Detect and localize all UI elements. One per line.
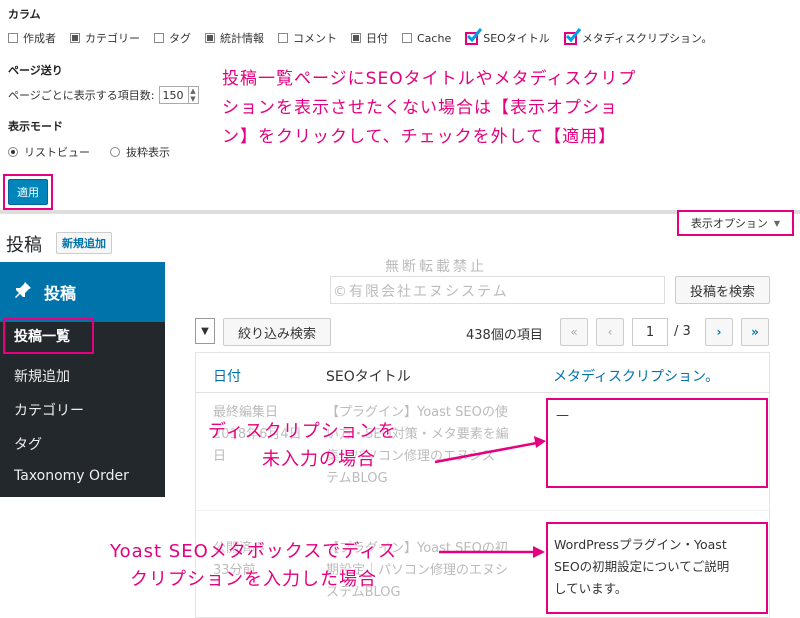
- column-option-label: 日付: [366, 32, 388, 45]
- checkmark-icon: [565, 27, 581, 42]
- watermark-line2: ©有限会社エヌシステム: [333, 284, 509, 300]
- page-title: 投稿: [6, 235, 42, 256]
- current-page-input[interactable]: 1: [632, 318, 668, 346]
- column-option-label: SEOタイトル: [483, 32, 550, 45]
- view-list-label: リストビュー: [24, 146, 90, 159]
- column-option-label: タグ: [169, 32, 191, 45]
- sidebar-header-label: 投稿: [44, 284, 77, 303]
- caret-down-icon: ▼: [201, 325, 209, 337]
- sidebar-item-categories[interactable]: カテゴリー: [14, 400, 84, 420]
- view-excerpt-radio[interactable]: [110, 147, 120, 157]
- item-count: 438個の項目: [466, 328, 543, 343]
- view-excerpt-label: 抜粋表示: [126, 146, 170, 159]
- row2-meta-description: WordPressプラグイン・Yoast SEOの初期設定についてご説明 してい…: [546, 522, 768, 614]
- column-option[interactable]: 日付: [351, 30, 388, 46]
- row2-desc-line1: WordPressプラグイン・Yoast: [554, 537, 727, 552]
- checkbox[interactable]: [402, 33, 412, 43]
- col-header-meta-description[interactable]: メタディスクリプション。: [553, 366, 719, 386]
- admin-sidebar: 投稿 投稿一覧 新規追加 カテゴリー タグ Taxonomy Order: [0, 262, 165, 497]
- annotation-mid: ディスクリプションを 未入力の場合: [208, 418, 397, 474]
- annotation-bottom: Yoast SEOメタボックスでディス クリプションを入力した場合: [110, 538, 397, 594]
- annotation-top-line3: ン】をクリックして、チェックを外して【適用】: [222, 127, 617, 147]
- column-option-label: 作成者: [23, 32, 56, 45]
- sidebar-posts-header[interactable]: 投稿: [0, 262, 165, 322]
- annotation-mid-line2: 未入力の場合: [262, 449, 376, 470]
- checkbox[interactable]: [351, 33, 361, 43]
- last-page-button[interactable]: »: [741, 318, 769, 346]
- view-list-radio[interactable]: [8, 147, 18, 157]
- col-header-date[interactable]: 日付: [213, 366, 241, 386]
- row2-desc-line3: しています。: [554, 581, 628, 596]
- col-header-seo-title: SEOタイトル: [326, 369, 411, 385]
- columns-checkbox-row: 作成者 カテゴリー タグ 統計情報 コメント 日付 Cache SEOタイトル メタディスクリプ…: [8, 27, 726, 46]
- next-page-button[interactable]: ›: [705, 318, 733, 346]
- column-option[interactable]: Cache: [402, 32, 451, 45]
- column-option[interactable]: メタディスクリプション。: [563, 27, 713, 46]
- column-option-label: メタディスクリプション。: [581, 32, 713, 45]
- arrow-bottom-icon: [439, 546, 545, 558]
- column-option-label: コメント: [293, 32, 337, 45]
- total-pages: / 3: [674, 324, 691, 339]
- column-option[interactable]: 統計情報: [205, 30, 264, 46]
- per-page-input[interactable]: 150: [158, 86, 189, 104]
- annotation-bottom-line1: Yoast SEOメタボックスでディス: [110, 541, 397, 562]
- screen-options-tab-label: 表示オプション: [690, 217, 768, 230]
- first-page-button[interactable]: «: [560, 318, 588, 346]
- bulk-action-dropdown[interactable]: ▼: [195, 318, 215, 344]
- column-option[interactable]: カテゴリー: [70, 30, 140, 46]
- pagination-heading: ページ送り: [8, 64, 63, 77]
- per-page-spinner[interactable]: ▲ ▼: [188, 86, 199, 104]
- screen-options-panel: カラム 作成者 カテゴリー タグ 統計情報 コメント 日付 Cache SEOタイトル メタディ…: [0, 0, 800, 210]
- checkbox[interactable]: [70, 33, 80, 43]
- annotation-top: 投稿一覧ページにSEOタイトルやメタディスクリプ ションを表示させたくない場合は…: [222, 65, 636, 152]
- column-option[interactable]: 作成者: [8, 30, 56, 46]
- screen-options-tab[interactable]: 表示オプション ▼: [677, 210, 794, 236]
- header-divider: [196, 392, 769, 393]
- filter-button[interactable]: 絞り込み検索: [223, 318, 331, 346]
- search-posts-button[interactable]: 投稿を検索: [675, 276, 770, 304]
- per-page-label: ページごとに表示する項目数:: [8, 89, 155, 102]
- pin-icon: [14, 281, 32, 303]
- sidebar-item-label: 投稿一覧: [14, 329, 70, 345]
- column-option-label: Cache: [417, 31, 452, 45]
- column-option[interactable]: タグ: [154, 30, 191, 46]
- per-page-row: ページごとに表示する項目数: 150 ▲ ▼: [8, 86, 199, 104]
- sidebar-item-taxonomy-order[interactable]: Taxonomy Order: [14, 468, 129, 484]
- prev-page-button[interactable]: ‹: [596, 318, 624, 346]
- checkbox[interactable]: [563, 27, 581, 45]
- caret-down-icon: ▼: [773, 218, 781, 228]
- view-mode-heading: 表示モード: [8, 120, 63, 133]
- arrow-mid-icon: [434, 436, 546, 464]
- annotation-mid-line1: ディスクリプションを: [208, 421, 397, 442]
- checkbox[interactable]: [278, 33, 288, 43]
- sidebar-item-all-posts[interactable]: 投稿一覧: [3, 318, 94, 354]
- checkmark-icon: [467, 27, 483, 42]
- row2-desc-line2: SEOの初期設定についてご説明: [554, 559, 730, 574]
- column-option[interactable]: コメント: [278, 30, 337, 46]
- column-option[interactable]: SEOタイトル: [465, 27, 550, 46]
- checkbox[interactable]: [8, 33, 18, 43]
- annotation-top-line2: ションを表示させたくない場合は【表示オプショ: [222, 98, 618, 118]
- apply-button-highlight: 適用: [3, 174, 53, 210]
- columns-heading: カラム: [8, 8, 41, 21]
- checkbox[interactable]: [154, 33, 164, 43]
- watermark-line1: 無断転載禁止: [385, 259, 487, 275]
- row1-meta-description: —: [546, 398, 768, 488]
- column-option-label: カテゴリー: [85, 32, 140, 45]
- apply-button[interactable]: 適用: [8, 179, 48, 205]
- annotation-bottom-line2: クリプションを入力した場合: [130, 569, 377, 590]
- column-option-label: 統計情報: [220, 32, 264, 45]
- row-divider: [196, 510, 769, 511]
- add-new-button[interactable]: 新規追加: [56, 232, 112, 254]
- sidebar-item-add-new[interactable]: 新規追加: [14, 366, 70, 386]
- sidebar-item-tags[interactable]: タグ: [14, 434, 42, 454]
- annotation-top-line1: 投稿一覧ページにSEOタイトルやメタディスクリプ: [222, 69, 637, 89]
- view-mode-row: リストビュー 抜粋表示: [8, 144, 170, 160]
- checkbox[interactable]: [205, 33, 215, 43]
- checkbox[interactable]: [465, 27, 483, 45]
